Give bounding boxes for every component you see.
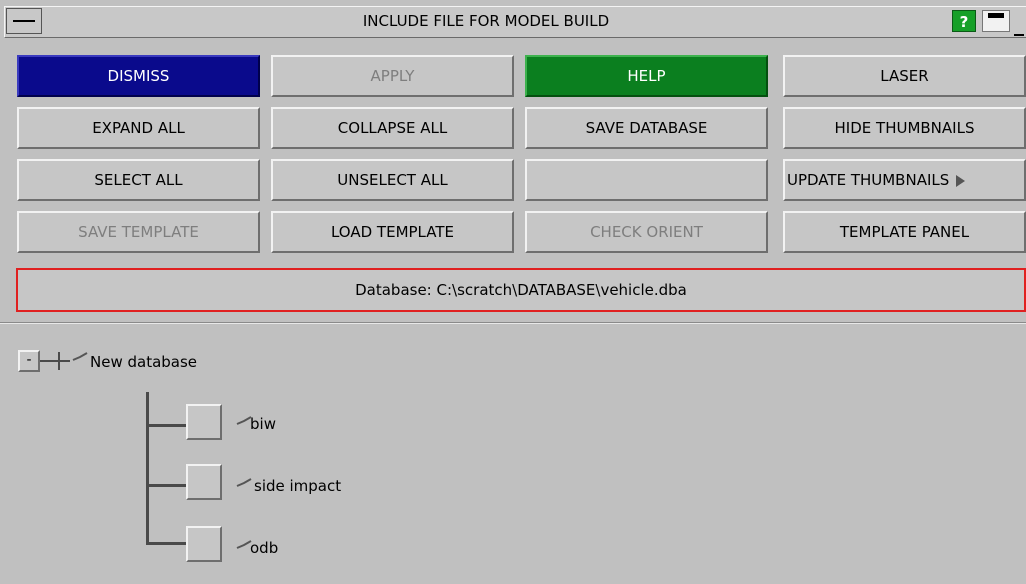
hide-thumbnails-button[interactable]: HIDE THUMBNAILS [783,107,1026,149]
expand-all-button[interactable]: EXPAND ALL [17,107,260,149]
minimize-icon[interactable] [982,10,1010,32]
tree-branch [146,484,186,487]
tree-branch [146,542,186,545]
tree-connector [40,360,70,362]
apply-button[interactable]: APPLY [271,55,514,97]
include-file-dialog: INCLUDE FILE FOR MODEL BUILD ? DISMISS A… [0,0,1026,584]
update-thumbnails-button[interactable]: UPDATE THUMBNAILS [783,159,1026,201]
tree-item-checkbox[interactable] [186,526,222,562]
database-path-display: Database: C:\scratch\DATABASE\vehicle.db… [16,268,1026,312]
divider [0,322,1026,324]
select-all-button[interactable]: SELECT ALL [17,159,260,201]
checkmark-icon [72,352,88,361]
play-arrow-icon [956,174,966,187]
save-database-button[interactable]: SAVE DATABASE [525,107,768,149]
update-thumbnails-label: UPDATE THUMBNAILS [787,171,950,189]
tree-trunk [146,392,149,545]
laser-button[interactable]: LASER [783,55,1026,97]
empty-button-slot [525,159,768,201]
tree-collapse-toggle[interactable]: - [18,350,40,372]
tree-item-checkbox[interactable] [186,404,222,440]
load-template-button[interactable]: LOAD TEMPLATE [271,211,514,253]
window-title: INCLUDE FILE FOR MODEL BUILD [362,12,610,30]
tree-item-label[interactable]: biw [250,414,276,434]
tree-item-checkbox[interactable] [186,464,222,500]
help-button[interactable]: HELP [525,55,768,97]
tree-item-label[interactable]: odb [250,538,278,558]
template-panel-button[interactable]: TEMPLATE PANEL [783,211,1026,253]
window-menu-icon[interactable] [6,8,42,34]
tree-item-label[interactable]: side impact [254,476,341,496]
save-template-button[interactable]: SAVE TEMPLATE [17,211,260,253]
tree-branch [146,424,186,427]
unselect-all-button[interactable]: UNSELECT ALL [271,159,514,201]
dismiss-button[interactable]: DISMISS [17,55,260,97]
question-mark-icon[interactable]: ? [952,10,976,32]
minimize-bar [988,13,1004,18]
tree-connector-tick [58,352,60,370]
window-menu-bar [13,20,35,22]
collapse-all-button[interactable]: COLLAPSE ALL [271,107,514,149]
tree-root-label[interactable]: New database [90,352,197,372]
checkmark-icon [236,478,252,487]
check-orient-button[interactable]: CHECK ORIENT [525,211,768,253]
window-corner-handle [1014,16,1024,36]
